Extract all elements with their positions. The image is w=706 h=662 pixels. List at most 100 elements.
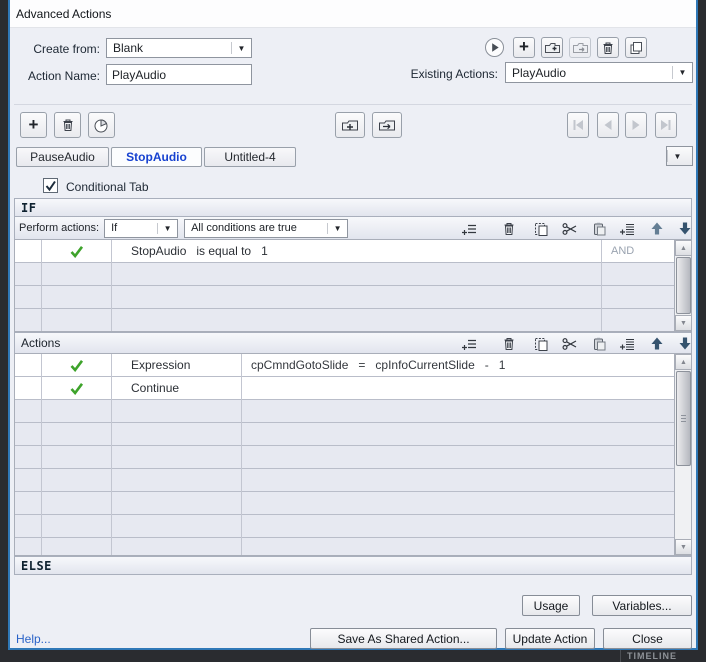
ungroup-conditions-button[interactable] bbox=[372, 112, 402, 138]
copy-action-row-button[interactable] bbox=[533, 336, 549, 352]
green-check-icon bbox=[69, 382, 84, 395]
scrollbar-thumb[interactable] bbox=[676, 257, 691, 314]
arrow-down-icon bbox=[677, 335, 693, 352]
if-section-header: IF bbox=[14, 198, 692, 217]
condition-row-empty[interactable] bbox=[15, 263, 674, 286]
duplicate-tab-button[interactable] bbox=[88, 112, 115, 138]
conditional-tab-checkbox[interactable] bbox=[43, 178, 58, 193]
chevron-down-icon: ▼ bbox=[333, 223, 342, 233]
dialog-titlebar[interactable]: Advanced Actions bbox=[10, 0, 696, 28]
condition-row-empty[interactable] bbox=[15, 309, 674, 331]
import-action-button[interactable] bbox=[541, 37, 563, 58]
copy-condition-button[interactable] bbox=[533, 221, 549, 237]
tab-label: PauseAudio bbox=[30, 150, 95, 164]
triangle-down-icon: ▼ bbox=[680, 319, 687, 327]
checkmark-icon bbox=[44, 180, 57, 192]
move-action-up-button[interactable] bbox=[649, 335, 665, 352]
action-row-empty[interactable] bbox=[15, 515, 674, 538]
action-row-empty[interactable] bbox=[15, 423, 674, 446]
save-as-shared-action-button[interactable]: Save As Shared Action... bbox=[310, 628, 497, 649]
tab-label: StopAudio bbox=[126, 150, 187, 164]
scrollbar-thumb[interactable] bbox=[676, 371, 691, 466]
tab-stopaudio[interactable]: StopAudio bbox=[111, 147, 202, 167]
chevron-down-icon: ▼ bbox=[673, 151, 682, 161]
usage-button[interactable]: Usage bbox=[522, 595, 580, 616]
paste-condition-button[interactable] bbox=[591, 221, 607, 237]
action-row[interactable]: Expression cpCmndGotoSlide = cpInfoCurre… bbox=[15, 354, 674, 377]
add-row-icon bbox=[461, 336, 478, 352]
action-name-input[interactable] bbox=[106, 64, 252, 85]
delete-action-row-button[interactable] bbox=[501, 336, 517, 352]
cut-condition-button[interactable] bbox=[561, 221, 578, 237]
actions-table: Expression cpCmndGotoSlide = cpInfoCurre… bbox=[14, 353, 692, 556]
delete-tab-button[interactable] bbox=[54, 112, 81, 138]
duplicate-action-button[interactable] bbox=[625, 37, 647, 58]
nav-next-button[interactable] bbox=[625, 112, 647, 138]
move-condition-up-button[interactable] bbox=[649, 220, 665, 237]
delete-action-button[interactable] bbox=[597, 37, 619, 58]
action-row-empty[interactable] bbox=[15, 400, 674, 423]
move-condition-down-button[interactable] bbox=[677, 220, 693, 237]
new-action-button[interactable]: + bbox=[513, 37, 535, 58]
green-check-icon bbox=[69, 359, 84, 372]
tab-label: Untitled-4 bbox=[224, 150, 276, 164]
tab-untitled-4[interactable]: Untitled-4 bbox=[204, 147, 296, 167]
nav-prev-button[interactable] bbox=[597, 112, 619, 138]
action-expression: cpCmndGotoSlide = cpInfoCurrentSlide - 1 bbox=[251, 358, 506, 372]
preview-action-button[interactable] bbox=[484, 37, 505, 58]
export-action-button[interactable] bbox=[569, 37, 591, 58]
actions-scrollbar[interactable]: ▲ ▼ bbox=[674, 354, 691, 555]
background-right-strip bbox=[698, 0, 706, 662]
else-section-header: ELSE bbox=[14, 556, 692, 575]
nav-first-button[interactable] bbox=[567, 112, 589, 138]
action-row[interactable]: Continue bbox=[15, 377, 674, 400]
screen: TIMELINE Advanced Actions Create from: B… bbox=[0, 0, 706, 662]
tab-list-dropdown-button[interactable]: ▼ bbox=[666, 146, 693, 166]
scissors-icon bbox=[561, 221, 578, 237]
existing-actions-dropdown[interactable]: PlayAudio ▼ bbox=[505, 62, 693, 83]
paste-action-row-button[interactable] bbox=[591, 336, 607, 352]
close-button[interactable]: Close bbox=[603, 628, 692, 649]
add-action-row-button[interactable] bbox=[461, 336, 478, 352]
condition-operator: AND bbox=[611, 245, 635, 257]
update-action-button[interactable]: Update Action bbox=[505, 628, 595, 649]
delete-condition-button[interactable] bbox=[501, 221, 517, 237]
chevron-down-icon: ▼ bbox=[237, 43, 246, 53]
scroll-down-button[interactable]: ▼ bbox=[675, 539, 691, 555]
nav-last-button[interactable] bbox=[655, 112, 677, 138]
perform-mode-dropdown[interactable]: If ▼ bbox=[104, 218, 179, 238]
action-row-empty[interactable] bbox=[15, 538, 674, 555]
insert-action-row-button[interactable] bbox=[619, 336, 636, 352]
move-action-down-button[interactable] bbox=[677, 335, 693, 352]
condition-row-empty[interactable] bbox=[15, 286, 674, 309]
action-row-empty[interactable] bbox=[15, 446, 674, 469]
trash-icon bbox=[501, 336, 517, 352]
scroll-down-button[interactable]: ▼ bbox=[675, 315, 691, 331]
scroll-up-button[interactable]: ▲ bbox=[675, 354, 691, 370]
triangle-down-icon: ▼ bbox=[680, 543, 687, 551]
nav-next-icon bbox=[627, 116, 645, 134]
folder-out-icon bbox=[377, 117, 397, 134]
add-row-icon bbox=[461, 221, 478, 237]
play-icon bbox=[484, 37, 505, 58]
condition-row[interactable]: StopAudio is equal to 1 AND bbox=[15, 240, 674, 263]
action-row-empty[interactable] bbox=[15, 469, 674, 492]
action-row-empty[interactable] bbox=[15, 492, 674, 515]
scroll-up-button[interactable]: ▲ bbox=[675, 240, 691, 256]
create-from-dropdown[interactable]: Blank ▼ bbox=[106, 38, 252, 58]
group-conditions-button[interactable] bbox=[335, 112, 365, 138]
tab-pauseaudio[interactable]: PauseAudio bbox=[16, 147, 109, 167]
green-check-icon bbox=[69, 245, 84, 258]
help-link[interactable]: Help... bbox=[16, 632, 51, 646]
cut-action-row-button[interactable] bbox=[561, 336, 578, 352]
variables-button[interactable]: Variables... bbox=[592, 595, 692, 616]
condition-mode-dropdown[interactable]: All conditions are true ▼ bbox=[184, 218, 349, 238]
add-condition-button[interactable] bbox=[461, 221, 478, 237]
arrow-up-icon bbox=[649, 220, 665, 237]
insert-condition-button[interactable] bbox=[619, 221, 636, 237]
nav-first-icon bbox=[569, 116, 587, 134]
trash-icon bbox=[60, 117, 76, 133]
chevron-down-icon: ▼ bbox=[678, 68, 687, 77]
add-tab-button[interactable]: + bbox=[20, 112, 47, 138]
conditions-scrollbar[interactable]: ▲ ▼ bbox=[674, 240, 691, 331]
